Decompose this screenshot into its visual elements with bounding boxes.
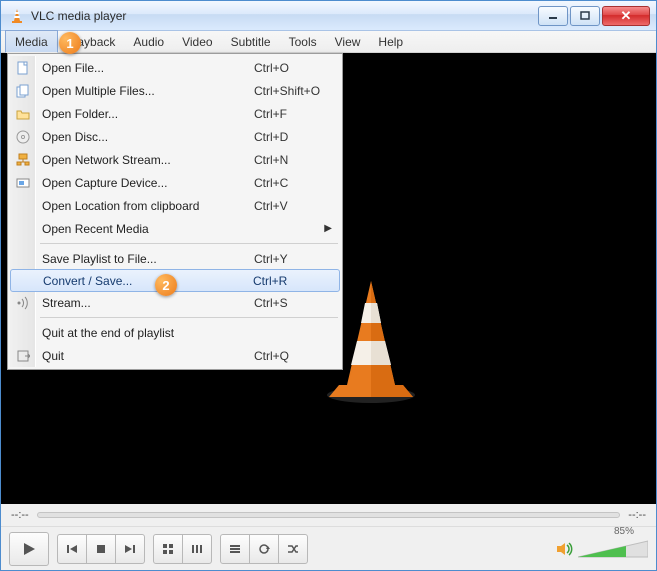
menuitem-shortcut: Ctrl+Y: [254, 252, 340, 266]
menuitem-open-network[interactable]: Open Network Stream... Ctrl+N: [10, 148, 340, 171]
folder-icon: [15, 106, 31, 122]
menuitem-open-capture[interactable]: Open Capture Device... Ctrl+C: [10, 171, 340, 194]
capture-icon: [15, 175, 31, 191]
volume-control: 85%: [556, 539, 648, 559]
stop-button[interactable]: [86, 534, 116, 564]
menuitem-label: Open Recent Media: [42, 222, 340, 236]
annotation-badge-2: 2: [155, 274, 177, 296]
window-buttons: ✕: [538, 6, 650, 26]
menuitem-shortcut: Ctrl+Q: [254, 349, 340, 363]
vlc-cone-icon: [9, 8, 25, 24]
extended-settings-button[interactable]: [182, 534, 212, 564]
close-button[interactable]: ✕: [602, 6, 650, 26]
speaker-icon[interactable]: [556, 540, 574, 558]
menuitem-shortcut: Ctrl+V: [254, 199, 340, 213]
menuitem-label: Quit at the end of playlist: [42, 326, 340, 340]
menuitem-label: Open Location from clipboard: [42, 199, 254, 213]
menuitem-open-disc[interactable]: Open Disc... Ctrl+D: [10, 125, 340, 148]
view-group: [153, 534, 212, 564]
menu-subtitle[interactable]: Subtitle: [222, 31, 280, 52]
volume-slider[interactable]: [578, 539, 648, 559]
menuitem-label: Stream...: [42, 296, 254, 310]
stream-icon: [15, 295, 31, 311]
menuitem-shortcut: Ctrl+N: [254, 153, 340, 167]
menuitem-stream[interactable]: Stream... Ctrl+S: [10, 291, 340, 314]
seekbar: --:-- --:--: [1, 504, 656, 526]
menuitem-open-folder[interactable]: Open Folder... Ctrl+F: [10, 102, 340, 125]
menuitem-label: Save Playlist to File...: [42, 252, 254, 266]
disc-icon: [15, 129, 31, 145]
annotation-badge-1: 1: [59, 32, 81, 54]
loop-button[interactable]: [249, 534, 279, 564]
menu-label: Audio: [133, 35, 164, 49]
seek-track[interactable]: [37, 512, 621, 518]
menuitem-open-clipboard[interactable]: Open Location from clipboard Ctrl+V: [10, 194, 340, 217]
menuitem-shortcut: Ctrl+S: [254, 296, 340, 310]
menuitem-label: Open Folder...: [42, 107, 254, 121]
menuitem-label: Open Disc...: [42, 130, 254, 144]
menu-label: Media: [15, 35, 48, 49]
window-title: VLC media player: [31, 9, 538, 23]
menubar: Media Playback Audio Video Subtitle Tool…: [1, 31, 656, 53]
menu-label: Subtitle: [231, 35, 271, 49]
menu-tools[interactable]: Tools: [280, 31, 326, 52]
controlbar: 85%: [1, 526, 656, 570]
titlebar: VLC media player ✕: [1, 1, 656, 31]
menuitem-shortcut: Ctrl+F: [254, 107, 340, 121]
network-icon: [15, 152, 31, 168]
menuitem-quit-end-playlist[interactable]: Quit at the end of playlist: [10, 321, 340, 344]
menu-label: View: [335, 35, 361, 49]
menu-separator: [40, 317, 338, 318]
submenu-arrow-icon: ▶: [324, 223, 332, 234]
menuitem-label: Quit: [42, 349, 254, 363]
menu-label: Tools: [289, 35, 317, 49]
menuitem-open-recent[interactable]: Open Recent Media ▶: [10, 217, 340, 240]
next-button[interactable]: [115, 534, 145, 564]
minimize-button[interactable]: [538, 6, 568, 26]
menuitem-label: Open Multiple Files...: [42, 84, 254, 98]
menuitem-shortcut: Ctrl+Shift+O: [254, 84, 340, 98]
menu-label: Help: [378, 35, 403, 49]
menuitem-shortcut: Ctrl+R: [253, 274, 339, 288]
menuitem-label: Open Capture Device...: [42, 176, 254, 190]
menu-separator: [40, 243, 338, 244]
maximize-button[interactable]: [570, 6, 600, 26]
menu-view[interactable]: View: [326, 31, 370, 52]
time-total: --:--: [628, 509, 646, 521]
playlist-group: [220, 534, 308, 564]
menu-video[interactable]: Video: [173, 31, 221, 52]
transport-group: [57, 534, 145, 564]
menuitem-quit[interactable]: Quit Ctrl+Q: [10, 344, 340, 367]
menuitem-label: Open Network Stream...: [42, 153, 254, 167]
media-dropdown: Open File... Ctrl+O Open Multiple Files.…: [7, 53, 343, 370]
file-icon: [15, 60, 31, 76]
menu-help[interactable]: Help: [369, 31, 412, 52]
menu-label: Video: [182, 35, 212, 49]
menuitem-label: Open File...: [42, 61, 254, 75]
files-icon: [15, 83, 31, 99]
menuitem-open-multiple[interactable]: Open Multiple Files... Ctrl+Shift+O: [10, 79, 340, 102]
volume-percent: 85%: [614, 526, 634, 537]
previous-button[interactable]: [57, 534, 87, 564]
menu-media[interactable]: Media: [5, 30, 58, 53]
quit-icon: [15, 348, 31, 364]
menuitem-shortcut: Ctrl+D: [254, 130, 340, 144]
menuitem-label: Convert / Save...: [43, 274, 253, 288]
playlist-button[interactable]: [220, 534, 250, 564]
shuffle-button[interactable]: [278, 534, 308, 564]
menuitem-shortcut: Ctrl+C: [254, 176, 340, 190]
menuitem-open-file[interactable]: Open File... Ctrl+O: [10, 56, 340, 79]
play-button[interactable]: [9, 532, 49, 566]
fullscreen-button[interactable]: [153, 534, 183, 564]
menuitem-shortcut: Ctrl+O: [254, 61, 340, 75]
app-window: VLC media player ✕ Media Playback Audio …: [0, 0, 657, 571]
time-current: --:--: [11, 509, 29, 521]
menuitem-save-playlist[interactable]: Save Playlist to File... Ctrl+Y: [10, 247, 340, 270]
menu-audio[interactable]: Audio: [124, 31, 173, 52]
